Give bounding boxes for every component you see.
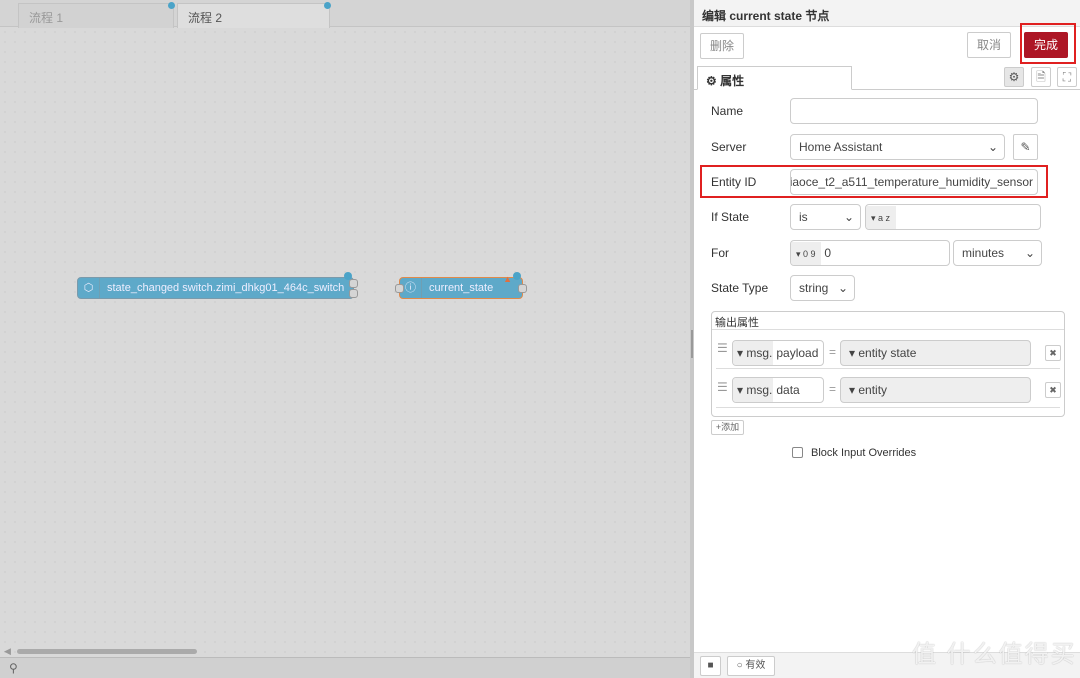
type-icon: a z xyxy=(878,213,891,223)
tab-label: 流程 1 xyxy=(29,11,64,25)
changed-dot xyxy=(513,272,521,280)
output-port[interactable] xyxy=(349,289,358,298)
scrollbar-thumb[interactable] xyxy=(17,649,197,654)
block-input-label: Block Input Overrides xyxy=(811,447,917,459)
output-properties-box: 输出属性 ☰ ▾ msg. payload = ▾ entity state ✖… xyxy=(711,311,1065,417)
remove-row-button[interactable]: ✖ xyxy=(1045,382,1061,398)
canvas-footer: ⚲ xyxy=(0,657,690,678)
flow-tabs: 流程 1 流程 2 xyxy=(0,0,690,28)
scroll-left-icon[interactable]: ◀ xyxy=(4,646,11,657)
name-input[interactable] xyxy=(790,98,1038,124)
drag-handle-icon[interactable]: ☰ xyxy=(717,380,728,394)
enabled-label: 有效 xyxy=(745,660,766,671)
remove-row-button[interactable]: ✖ xyxy=(1045,345,1061,361)
add-output-button[interactable]: +添加 xyxy=(711,420,744,435)
chevron-down-icon: ⌄ xyxy=(987,140,998,154)
tab-flow-1[interactable]: 流程 1 xyxy=(18,2,175,28)
chevron-down-icon: ⌄ xyxy=(843,210,854,224)
output-port[interactable] xyxy=(349,279,358,288)
output-value: entity state xyxy=(858,346,917,360)
prefix: msg. xyxy=(746,346,773,360)
tab-label: 流程 2 xyxy=(188,11,223,25)
property-value: data xyxy=(776,383,800,397)
node-state-changed[interactable]: ⬡ state_changed switch.zimi_dhkg01_464c_… xyxy=(77,272,358,299)
cancel-button[interactable]: 取消 xyxy=(967,32,1011,58)
node-label: current_state xyxy=(429,282,494,294)
if-state-label: If State xyxy=(711,210,750,224)
home-assistant-icon: ⬡ xyxy=(78,278,100,298)
horizontal-scrollbar[interactable]: ◀ xyxy=(0,645,690,657)
changed-dot xyxy=(344,272,352,280)
state-type-label: State Type xyxy=(711,281,769,295)
equals-sign: = xyxy=(829,345,837,359)
chevron-down-icon: ⌄ xyxy=(1024,246,1035,260)
output-port[interactable] xyxy=(518,284,527,293)
unit-value: minutes xyxy=(962,246,1005,260)
state-type-value: string xyxy=(799,281,829,295)
input-port[interactable] xyxy=(395,284,404,293)
type-selector[interactable]: ▾ 0 9 xyxy=(791,242,821,265)
output-row: ☰ ▾ msg. payload = ▾ entity state ✖ xyxy=(716,330,1061,369)
node-label: state_changed switch.zimi_dhkg01_464c_sw… xyxy=(107,282,345,294)
for-value: 0 xyxy=(824,246,832,260)
block-input-checkbox[interactable] xyxy=(792,447,803,458)
name-label: Name xyxy=(711,104,744,118)
equals-sign: = xyxy=(829,382,837,396)
if-state-operator-select[interactable]: is ⌄ xyxy=(790,204,861,230)
operator-value: is xyxy=(799,210,808,224)
state-type-select[interactable]: string ⌄ xyxy=(790,275,855,301)
drag-handle-icon[interactable]: ☰ xyxy=(717,341,728,355)
edit-panel: 编辑 current state 节点 删除 取消 完成 ⚙ 属性 ⚙ 🗎 ⛶ … xyxy=(694,0,1080,678)
type-selector[interactable]: ▾ msg. xyxy=(733,378,773,402)
enabled-toggle[interactable]: ○ 有效 xyxy=(727,656,775,676)
for-input[interactable]: ▾ 0 9 0 xyxy=(790,240,950,266)
description-icon[interactable]: 🗎 xyxy=(1031,67,1051,87)
search-icon[interactable]: ⚲ xyxy=(9,661,18,675)
type-selector[interactable]: ▾ a z xyxy=(866,206,896,229)
server-label: Server xyxy=(711,140,747,154)
edit-server-button[interactable]: ✎ xyxy=(1013,134,1038,160)
server-value: Home Assistant xyxy=(799,140,883,154)
watermark: 值 什么值得买 xyxy=(912,641,1077,668)
highlight-box xyxy=(1020,23,1076,64)
entity-id-input[interactable]: aomiaoce_t2_a511_temperature_humidity_se… xyxy=(790,169,1038,195)
tab-label: 属性 xyxy=(720,74,745,88)
output-properties-title: 输出属性 xyxy=(712,312,1064,330)
chevron-down-icon: ⌄ xyxy=(837,281,848,295)
output-value-select[interactable]: ▾ entity xyxy=(840,377,1031,403)
if-state-input[interactable]: ▾ a z xyxy=(865,204,1041,230)
output-property-input[interactable]: ▾ msg. data xyxy=(732,377,824,403)
add-label: 添加 xyxy=(721,422,740,432)
property-value: payload xyxy=(776,346,819,360)
appearance-icon[interactable]: ⛶ xyxy=(1057,67,1077,87)
changed-dot xyxy=(168,2,175,9)
tab-properties[interactable]: ⚙ 属性 xyxy=(697,66,852,90)
delete-button[interactable]: 删除 xyxy=(700,33,744,59)
type-selector[interactable]: ▾ msg. xyxy=(733,341,773,365)
prefix: msg. xyxy=(746,383,773,397)
node-current-state[interactable]: ⓘ current_state ▲ xyxy=(395,272,527,299)
entity-id-label: Entity ID xyxy=(711,175,757,189)
changed-dot xyxy=(324,2,331,9)
type-icon: 0 9 xyxy=(803,249,816,259)
settings-icon[interactable]: ⚙ xyxy=(1004,67,1024,87)
output-value: entity xyxy=(858,383,888,397)
warning-triangle-icon: ▲ xyxy=(503,274,512,284)
server-select[interactable]: Home Assistant ⌄ xyxy=(790,134,1005,160)
node-help-icon[interactable]: ■ xyxy=(700,656,721,676)
tab-flow-2[interactable]: 流程 2 xyxy=(177,2,331,28)
output-property-input[interactable]: ▾ msg. payload xyxy=(732,340,824,366)
output-value-select[interactable]: ▾ entity state xyxy=(840,340,1031,366)
flow-canvas[interactable]: 流程 1 流程 2 ⬡ state_changed switch.zimi_dh… xyxy=(0,0,690,678)
gear-icon: ⚙ xyxy=(706,74,721,88)
for-label: For xyxy=(711,246,729,260)
entity-id-value: aomiaoce_t2_a511_temperature_humidity_se… xyxy=(790,175,1033,189)
for-unit-select[interactable]: minutes ⌄ xyxy=(953,240,1042,266)
output-row: ☰ ▾ msg. data = ▾ entity ✖ xyxy=(716,369,1061,408)
canvas-grid[interactable] xyxy=(0,27,690,657)
